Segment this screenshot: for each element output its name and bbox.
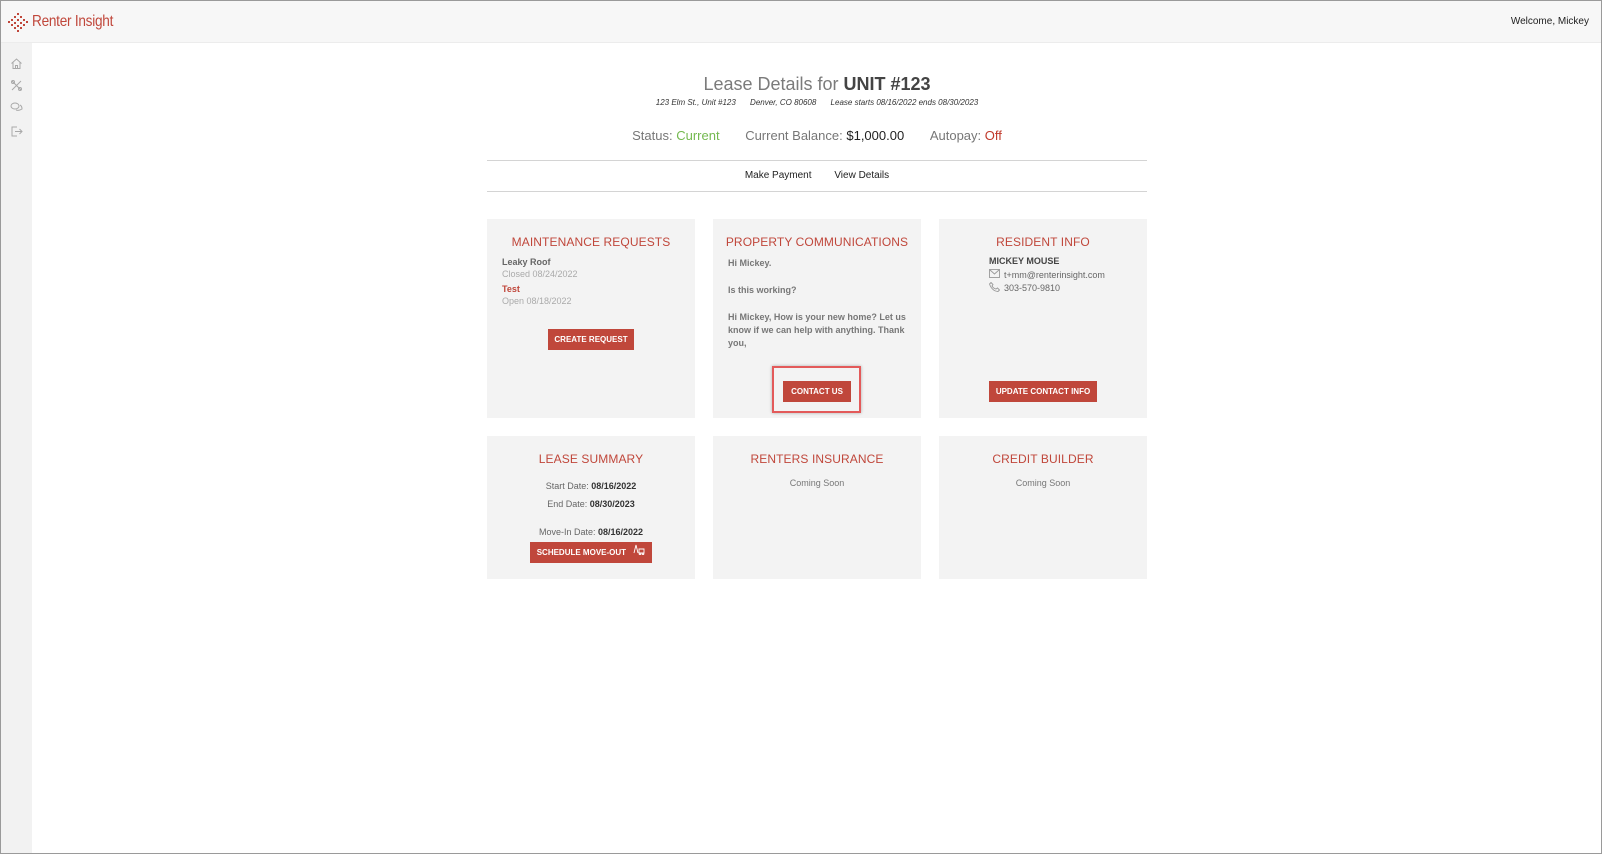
- home-icon[interactable]: [10, 57, 23, 70]
- divider: [487, 160, 1147, 161]
- coming-soon-text: Coming Soon: [1015, 478, 1071, 488]
- message-item: Hi Mickey, How is your new home? Let us …: [728, 312, 906, 348]
- list-item[interactable]: Leaky Roof: [502, 257, 578, 267]
- lease-subline: 123 Elm St., Unit #123 Denver, CO 80608 …: [487, 98, 1147, 107]
- list-item-status: Closed 08/24/2022: [502, 269, 578, 279]
- view-details-link[interactable]: View Details: [834, 170, 889, 181]
- resident-email[interactable]: t+mm@renterinsight.com: [1004, 270, 1105, 280]
- balance-label: Current Balance:: [745, 128, 847, 143]
- card-title: RENTERS INSURANCE: [750, 452, 884, 466]
- balance-value: $1,000.00: [846, 128, 905, 143]
- end-date-row: End Date: 08/30/2023: [487, 495, 695, 513]
- update-contact-info-button[interactable]: UPDATE CONTACT INFO: [989, 381, 1097, 402]
- make-payment-link[interactable]: Make Payment: [745, 170, 812, 181]
- end-date-label: End Date:: [547, 499, 590, 509]
- property-communications-card: PROPERTY COMMUNICATIONS Hi Mickey. Is th…: [713, 219, 921, 418]
- message-item: Hi Mickey.: [728, 258, 772, 268]
- message-list: Hi Mickey. Is this working? Hi Mickey, H…: [728, 257, 910, 364]
- divider: [487, 191, 1147, 192]
- chat-icon[interactable]: [10, 101, 23, 114]
- lease-summary-details: Start Date: 08/16/2022 End Date: 08/30/2…: [487, 477, 695, 541]
- schedule-move-out-button[interactable]: SCHEDULE MOVE-OUT: [530, 542, 652, 563]
- list-item[interactable]: Test: [502, 284, 578, 294]
- create-request-button[interactable]: CREATE REQUEST: [548, 329, 634, 350]
- unit-name: UNIT #123: [843, 74, 931, 94]
- title-prefix: Lease Details for: [703, 74, 844, 94]
- resident-details: MICKEY MOUSE t+mm@renterinsight.com 303-…: [988, 256, 1105, 296]
- logo-diamond-icon: [8, 12, 28, 32]
- autopay-label: Autopay:: [929, 128, 985, 143]
- card-title: LEASE SUMMARY: [538, 452, 644, 466]
- app-window: Renter Insight Welcome, Mickey Lease Det…: [0, 0, 1602, 854]
- card-title: RESIDENT INFO: [996, 235, 1090, 249]
- message-item: Is this working?: [728, 285, 797, 295]
- phone-icon: [988, 281, 1001, 294]
- maintenance-requests-card: MAINTENANCE REQUESTS Leaky Roof Closed 0…: [487, 219, 695, 418]
- status-value: Current: [676, 128, 720, 143]
- address: 123 Elm St., Unit #123: [655, 98, 736, 107]
- logo-text: Renter Insight: [32, 13, 114, 30]
- move-in-value: 08/16/2022: [597, 527, 644, 537]
- renters-insurance-card: RENTERS INSURANCE Coming Soon: [713, 436, 921, 579]
- start-date-value: 08/16/2022: [591, 481, 637, 491]
- moving-truck-icon: [633, 542, 645, 563]
- status-line: Status: Current Current Balance: $1,000.…: [487, 128, 1147, 143]
- move-in-row: Move-In Date: 08/16/2022: [487, 523, 695, 541]
- coming-soon-text: Coming Soon: [789, 478, 845, 488]
- logout-icon[interactable]: [10, 125, 23, 138]
- maintenance-list: Leaky Roof Closed 08/24/2022 Test Open 0…: [502, 257, 578, 311]
- resident-info-card: RESIDENT INFO MICKEY MOUSE t+mm@renterin…: [939, 219, 1147, 418]
- end-date-value: 08/30/2023: [589, 499, 635, 509]
- card-title: CREDIT BUILDER: [992, 452, 1094, 466]
- card-title: PROPERTY COMMUNICATIONS: [725, 235, 909, 249]
- resident-name: MICKEY MOUSE: [989, 256, 1060, 266]
- list-item-status: Open 08/18/2022: [502, 296, 572, 306]
- resident-phone[interactable]: 303-570-9810: [1004, 283, 1060, 293]
- button-label: SCHEDULE MOVE-OUT: [536, 548, 627, 557]
- credit-builder-card: CREDIT BUILDER Coming Soon: [939, 436, 1147, 579]
- start-date-label: Start Date:: [545, 481, 592, 491]
- city: Denver, CO 80608: [750, 98, 817, 107]
- contact-us-button[interactable]: CONTACT US: [783, 381, 851, 402]
- lease-dates: Lease starts 08/16/2022 ends 08/30/2023: [830, 98, 979, 107]
- logo[interactable]: Renter Insight: [8, 10, 127, 34]
- lease-summary-card: LEASE SUMMARY Start Date: 08/16/2022 End…: [487, 436, 695, 579]
- sub-nav: Make Payment View Details: [487, 170, 1147, 181]
- page-title: Lease Details for UNIT #123: [487, 74, 1147, 95]
- status-label: Status:: [632, 128, 677, 143]
- email-icon: [989, 269, 1000, 280]
- top-bar: Renter Insight Welcome, Mickey: [1, 1, 1601, 43]
- sidebar: [1, 43, 32, 853]
- card-title: MAINTENANCE REQUESTS: [511, 235, 671, 249]
- welcome-message[interactable]: Welcome, Mickey: [1511, 16, 1589, 27]
- tools-icon[interactable]: [10, 79, 23, 92]
- move-in-label: Move-In Date:: [538, 527, 598, 537]
- autopay-value: Off: [984, 128, 1002, 143]
- start-date-row: Start Date: 08/16/2022: [487, 477, 695, 495]
